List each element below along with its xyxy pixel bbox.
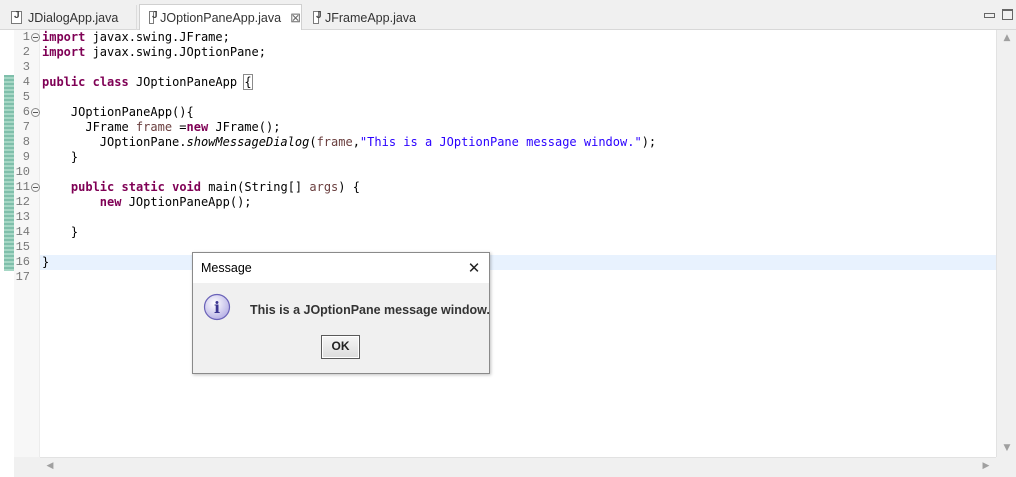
- vertical-scrollbar[interactable]: ▲ ▼: [996, 30, 1016, 457]
- line-number: 6: [22, 105, 30, 119]
- line-number: 17: [15, 270, 30, 284]
- fold-toggle-icon[interactable]: [31, 33, 40, 42]
- tab-jframeapp[interactable]: JFrameApp.java: [304, 5, 416, 30]
- line-number: 16: [15, 255, 30, 269]
- ok-button[interactable]: OK: [321, 335, 360, 359]
- tab-label: JDialogApp.java: [28, 10, 119, 25]
- code-line-7: JFrame frame =new JFrame();: [42, 120, 281, 134]
- code-line-14: }: [42, 225, 79, 239]
- minimize-icon[interactable]: [983, 9, 995, 20]
- code-line-1: import javax.swing.JFrame;: [42, 30, 230, 44]
- line-number: 1: [22, 30, 30, 44]
- line-number: 9: [22, 150, 30, 164]
- line-number: 11: [15, 180, 30, 194]
- tab-label: JFrameApp.java: [324, 10, 416, 25]
- code-line-11: public static void main(String[] args) {: [70, 180, 360, 194]
- close-tab-icon[interactable]: ⊠: [290, 10, 301, 26]
- line-number: 8: [22, 135, 30, 149]
- java-file-icon: [11, 10, 22, 24]
- code-line-16: }: [42, 255, 50, 269]
- dialog-message: This is a JOptionPane message window.: [250, 303, 490, 317]
- editor-tab-bar: JDialogApp.java JOptionPaneApp.java ⊠ JF…: [0, 0, 1016, 30]
- code-line-9: }: [42, 150, 79, 164]
- matching-brace: {: [243, 74, 253, 90]
- info-icon-letter: i: [214, 298, 220, 317]
- line-number: 5: [22, 90, 30, 104]
- close-icon[interactable]: ✕: [463, 258, 485, 278]
- code-line-2: import javax.swing.JOptionPane;: [42, 45, 266, 59]
- info-icon: i: [203, 293, 231, 321]
- gutter-footer: [14, 457, 40, 477]
- horizontal-scrollbar[interactable]: ◀ ▶: [40, 457, 996, 477]
- line-number: 15: [15, 240, 30, 254]
- java-file-icon: [149, 10, 158, 24]
- dialog-title: Message: [201, 261, 252, 275]
- message-dialog: Message ✕ i This is a JOptionPane messag…: [192, 252, 490, 374]
- change-ruler: [4, 75, 14, 271]
- line-number: 13: [15, 210, 30, 224]
- line-number: 14: [15, 225, 30, 239]
- scroll-down-icon[interactable]: ▼: [997, 440, 1016, 457]
- code-line-6: JOptionPaneApp(){: [42, 105, 194, 119]
- maximize-icon[interactable]: [1002, 9, 1013, 20]
- line-number: 3: [22, 60, 30, 74]
- code-line-4: public class JOptionPaneApp {: [42, 74, 253, 90]
- current-line-highlight: [40, 255, 996, 270]
- tab-jdialogapp[interactable]: JDialogApp.java: [2, 5, 137, 30]
- java-file-icon: [313, 10, 322, 24]
- fold-toggle-icon[interactable]: [31, 108, 40, 117]
- tab-label: JOptionPaneApp.java: [160, 10, 282, 25]
- dialog-titlebar[interactable]: Message ✕: [193, 253, 489, 283]
- code-line-8: JOptionPane.showMessageDialog(frame,"Thi…: [42, 135, 657, 149]
- line-number: 7: [22, 120, 30, 134]
- scroll-left-icon[interactable]: ◀: [40, 458, 60, 475]
- line-number: 10: [15, 165, 30, 179]
- scroll-right-icon[interactable]: ▶: [976, 458, 996, 475]
- scrollbar-corner: [996, 457, 1016, 477]
- tab-joptionpaneapp[interactable]: JOptionPaneApp.java ⊠: [139, 4, 302, 30]
- code-editor[interactable]: 1 2 3 4 5 6 7 8 9 10 11 12 13 14 15 16 1…: [0, 30, 996, 457]
- line-number-gutter: 1 2 3 4 5 6 7 8 9 10 11 12 13 14 15 16 1…: [14, 30, 40, 457]
- line-number: 2: [22, 45, 30, 59]
- code-line-12: new JOptionPaneApp();: [99, 195, 252, 209]
- line-number: 12: [15, 195, 30, 209]
- line-number: 4: [22, 75, 30, 89]
- scroll-up-icon[interactable]: ▲: [997, 30, 1016, 47]
- fold-toggle-icon[interactable]: [31, 183, 40, 192]
